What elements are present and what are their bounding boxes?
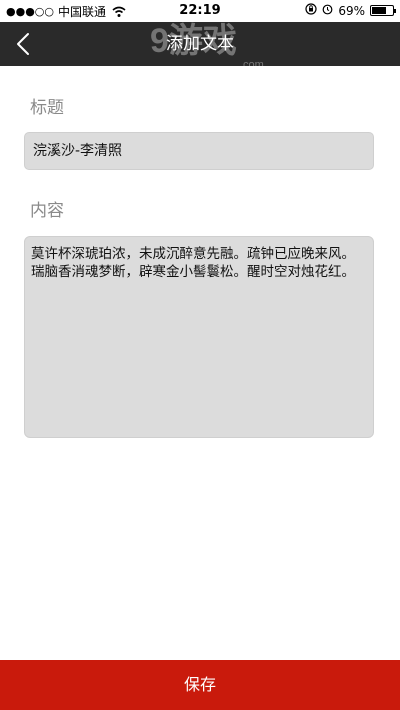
- page-title: 添加文本: [166, 34, 234, 54]
- save-button[interactable]: 保存: [0, 660, 400, 710]
- battery-percent: 69%: [338, 3, 365, 18]
- status-right: 69%: [305, 3, 396, 18]
- battery-level: [372, 7, 386, 14]
- alarm-icon: [322, 3, 333, 18]
- content-textarea[interactable]: 莫许杯深琥珀浓，未成沉醉意先融。疏钟已应晚来风。瑞脑香消魂梦断，辟寒金小髻鬟松。…: [24, 236, 374, 438]
- orientation-lock-icon: [305, 3, 317, 18]
- title-input[interactable]: 浣溪沙-李清照: [24, 132, 374, 170]
- status-bar: ●●●○○ 中国联通 22:19 69%: [0, 0, 400, 22]
- battery-icon: [370, 5, 396, 16]
- content-label: 内容: [30, 201, 64, 221]
- title-label: 标题: [30, 98, 64, 118]
- nav-bar: 9游戏 .com 添加文本: [0, 22, 400, 71]
- screen: ●●●○○ 中国联通 22:19 69% 9游戏 .com 添加文本 标题 浣溪…: [0, 0, 400, 710]
